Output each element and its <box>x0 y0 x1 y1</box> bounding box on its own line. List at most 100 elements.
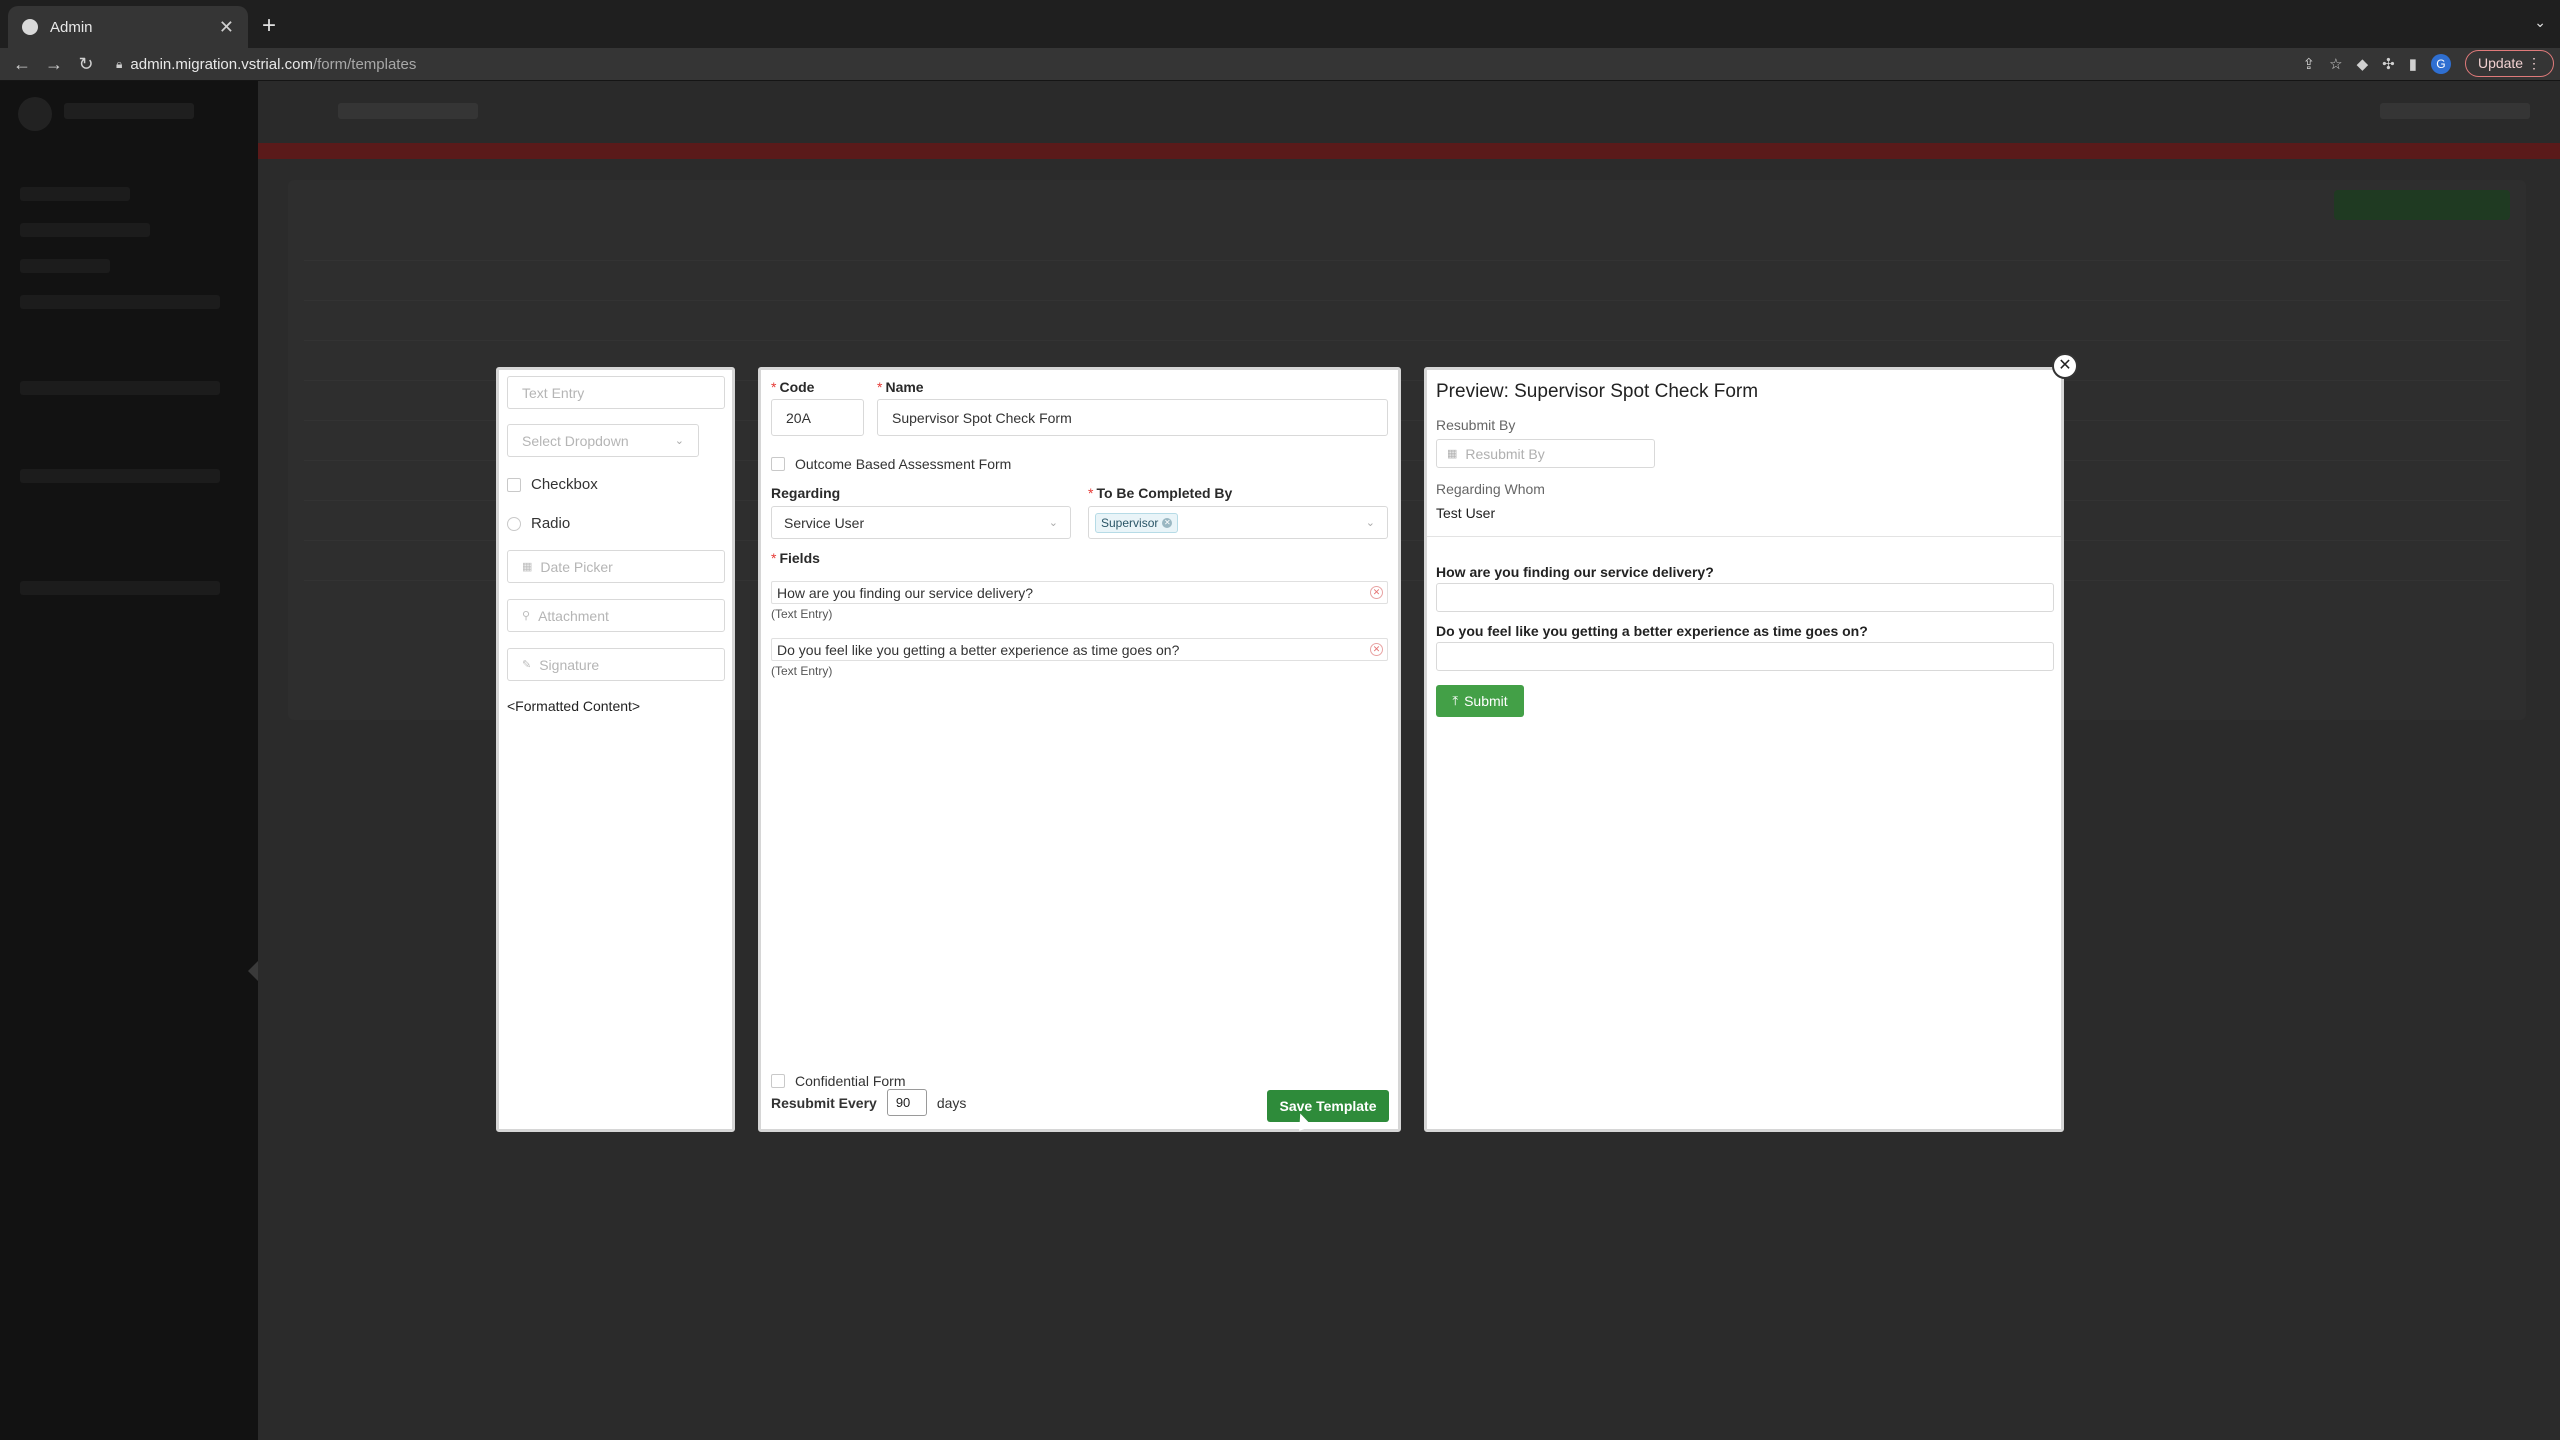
preview-answer-input[interactable] <box>1436 642 2054 671</box>
palette-signature[interactable]: ✎ Signature <box>507 648 725 681</box>
bookmark-star-icon[interactable]: ☆ <box>2329 55 2342 73</box>
regarding-whom-value: Test User <box>1436 505 1496 521</box>
checkbox-icon <box>507 477 521 492</box>
radio-icon <box>507 516 521 531</box>
url-field[interactable]: 🔒︎ admin.migration.vstrial.com/form/temp… <box>116 56 416 73</box>
remove-field-icon[interactable]: ✕ <box>1370 643 1383 656</box>
toolbar-actions: ⇪ ☆ ◆ ✣ ▮ G Update ⋮ <box>2303 50 2554 77</box>
field-question-box[interactable]: How are you finding our service delivery… <box>771 581 1388 604</box>
update-label: Update <box>2477 55 2524 71</box>
confidential-checkbox[interactable]: Confidential Form <box>771 1073 906 1089</box>
fields-label: * Fields <box>771 550 820 566</box>
address-bar-row: ← → ↻ 🔒︎ admin.migration.vstrial.com/for… <box>0 48 2560 80</box>
palette-signature-label: Signature <box>539 656 600 673</box>
save-template-button[interactable]: Save Template <box>1267 1090 1389 1122</box>
resubmit-by-label: Resubmit By <box>1436 417 1516 433</box>
preview-submit-button[interactable]: ⤒ Submit <box>1436 685 1524 717</box>
regarding-label: Regarding <box>771 485 841 501</box>
url-path: /form/templates <box>312 55 417 73</box>
palette-attachment-label: Attachment <box>538 607 609 624</box>
url-host: admin.migration.vstrial.com <box>130 55 313 73</box>
share-icon[interactable]: ⇪ <box>2303 55 2316 73</box>
new-template-button <box>2334 190 2510 220</box>
outcome-based-checkbox[interactable]: Outcome Based Assessment Form <box>771 456 1011 472</box>
chevron-down-icon: ⌄ <box>1048 517 1058 529</box>
palette-text-entry[interactable]: Text Entry <box>507 376 725 409</box>
signature-icon: ✎ <box>522 659 532 671</box>
new-tab-icon[interactable]: + <box>262 12 276 40</box>
resubmit-days-input[interactable]: 90 <box>886 1089 927 1116</box>
code-value: 20A <box>786 409 811 426</box>
chevron-down-icon: ⌄ <box>1365 517 1375 529</box>
resubmit-label: Resubmit Every <box>771 1094 877 1111</box>
app-brand <box>64 103 194 119</box>
sidebar-item <box>20 381 220 395</box>
name-input[interactable]: Supervisor Spot Check Form <box>877 399 1388 436</box>
regarding-value: Service User <box>784 514 865 531</box>
submit-label: Submit <box>1464 693 1508 709</box>
sidebar-collapse-icon <box>248 961 258 981</box>
resubmit-by-date-input[interactable]: ▦ Resubmit By <box>1436 439 1655 468</box>
calendar-icon: ▦ <box>522 561 533 573</box>
user-menu <box>2380 103 2530 119</box>
sidebar-item <box>20 187 130 201</box>
code-label: * Code <box>771 379 815 395</box>
sidebar-item <box>20 223 150 237</box>
field-question: Do you feel like you getting a better ex… <box>777 641 1180 658</box>
regarding-select[interactable]: Service User ⌄ <box>771 506 1071 539</box>
preview-answer-input[interactable] <box>1436 583 2054 612</box>
table-row <box>304 260 2510 261</box>
lock-icon: 🔒︎ <box>116 56 123 71</box>
field-type: (Text Entry) <box>771 664 833 678</box>
palette-attachment[interactable]: ⚲ Attachment <box>507 599 725 632</box>
supervisor-tag[interactable]: Supervisor ✕ <box>1095 512 1179 533</box>
supervisor-tag-label: Supervisor <box>1101 515 1159 530</box>
completed-by-select[interactable]: Supervisor ✕ ⌄ <box>1088 506 1388 539</box>
remove-field-icon[interactable]: ✕ <box>1370 586 1383 599</box>
palette-text-entry-label: Text Entry <box>522 384 585 401</box>
palette-checkbox[interactable]: Checkbox <box>507 476 598 493</box>
forward-icon[interactable]: → <box>38 54 70 75</box>
resubmit-days-value: 90 <box>895 1095 911 1110</box>
preview-title: Preview: Supervisor Spot Check Form <box>1436 381 1759 402</box>
browser-tab-strip: Admin ✕ + ⌄ <box>0 0 2560 48</box>
palette-radio[interactable]: Radio <box>507 515 570 532</box>
field-item[interactable]: Do you feel like you getting a better ex… <box>771 638 1388 678</box>
palette-checkbox-label: Checkbox <box>531 476 598 493</box>
preview-divider <box>1427 536 2061 537</box>
environment-banner <box>258 143 2560 159</box>
reload-icon[interactable]: ↻ <box>70 54 102 75</box>
chevron-down-icon: ⌄ <box>674 435 684 447</box>
close-modal-icon[interactable]: ✕ <box>2052 353 2078 379</box>
palette-select-label: Select Dropdown <box>522 432 629 449</box>
page-title <box>338 103 478 119</box>
preview-panel: Preview: Supervisor Spot Check Form Resu… <box>1424 367 2064 1132</box>
app-logo-icon <box>18 97 52 131</box>
browser-tab[interactable]: Admin ✕ <box>8 6 248 48</box>
palette-formatted-content[interactable]: <Formatted Content> <box>507 698 640 714</box>
field-question: How are you finding our service delivery… <box>777 584 1034 601</box>
palette-select-dropdown[interactable]: Select Dropdown ⌄ <box>507 424 699 457</box>
update-button[interactable]: Update ⋮ <box>2464 50 2554 77</box>
puzzle-icon[interactable]: ✣ <box>2382 55 2395 73</box>
profile-icon[interactable]: G <box>2430 53 2451 74</box>
field-question-box[interactable]: Do you feel like you getting a better ex… <box>771 638 1388 661</box>
field-type: (Text Entry) <box>771 607 833 621</box>
back-icon[interactable]: ← <box>6 54 38 75</box>
close-tab-icon[interactable]: ✕ <box>219 17 234 38</box>
confidential-label: Confidential Form <box>795 1073 906 1089</box>
resubmit-by-placeholder: Resubmit By <box>1465 445 1545 462</box>
field-item[interactable]: How are you finding our service delivery… <box>771 581 1388 621</box>
completed-by-label: * To Be Completed By <box>1088 485 1233 501</box>
tab-search-icon[interactable]: ⌄ <box>2534 14 2546 31</box>
app-sidebar <box>0 81 258 1440</box>
palette-date-picker[interactable]: ▦ Date Picker <box>507 550 725 583</box>
resubmit-unit: days <box>936 1094 967 1111</box>
remove-tag-icon[interactable]: ✕ <box>1162 517 1173 528</box>
template-editor-panel: * Code 20A * Name Supervisor Spot Check Fo… <box>758 367 1401 1132</box>
extension-icon[interactable]: ◆ <box>2357 55 2369 73</box>
site-favicon-icon <box>22 19 38 35</box>
sidebar-icon[interactable]: ▮ <box>2409 55 2417 73</box>
code-input[interactable]: 20A <box>771 399 864 436</box>
sidebar-item <box>20 581 220 595</box>
